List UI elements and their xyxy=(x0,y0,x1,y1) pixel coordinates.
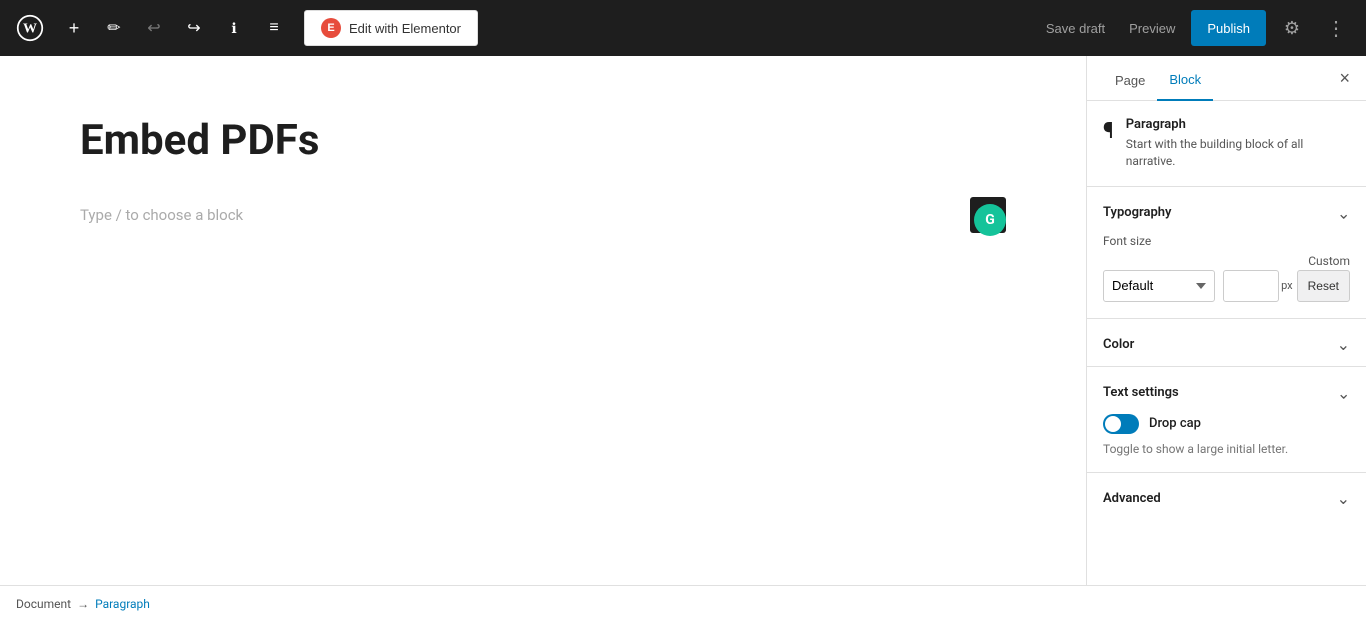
drop-cap-label: Drop cap xyxy=(1149,416,1201,431)
right-panel: Page Block × ¶ Paragraph Start with the … xyxy=(1086,56,1366,585)
advanced-chevron-icon: ⌄ xyxy=(1337,489,1350,508)
color-section: Color ⌄ xyxy=(1087,318,1366,366)
publish-button[interactable]: Publish xyxy=(1191,10,1266,46)
panel-tabs: Page Block × xyxy=(1087,56,1366,101)
paragraph-desc: Start with the building block of all nar… xyxy=(1126,136,1350,170)
reset-font-size-button[interactable]: Reset xyxy=(1297,270,1350,302)
toolbar-right-actions: Save draft Preview Publish ⚙ ⋮ xyxy=(1038,10,1354,46)
svg-text:W: W xyxy=(23,21,37,36)
advanced-header[interactable]: Advanced ⌄ xyxy=(1087,473,1366,520)
editor-area[interactable]: Embed PDFs G Type / to choose a block + xyxy=(0,56,1086,585)
text-settings-header[interactable]: Text settings ⌃ xyxy=(1087,367,1366,414)
elementor-btn-label: Edit with Elementor xyxy=(349,21,461,36)
page-title[interactable]: Embed PDFs xyxy=(80,116,1006,165)
font-size-controls: px Reset xyxy=(1223,270,1350,302)
drop-cap-toggle[interactable] xyxy=(1103,414,1139,434)
save-draft-button[interactable]: Save draft xyxy=(1038,21,1113,36)
font-size-select-container: Default Small Medium Large X-Large xyxy=(1103,270,1215,302)
px-label: px xyxy=(1281,279,1293,292)
typography-chevron-icon: ⌃ xyxy=(1337,203,1350,222)
list-view-button[interactable]: ≡ xyxy=(256,10,292,46)
font-size-select[interactable]: Default Small Medium Large X-Large xyxy=(1103,270,1215,302)
typography-label: Typography xyxy=(1103,205,1172,220)
drop-cap-row: Drop cap xyxy=(1087,414,1366,442)
breadcrumb-paragraph[interactable]: Paragraph xyxy=(95,597,150,611)
font-size-row: Default Small Medium Large X-Large Custo… xyxy=(1103,254,1350,302)
info-button[interactable]: ℹ xyxy=(216,10,252,46)
custom-font-size-input[interactable] xyxy=(1223,270,1279,302)
paragraph-info: Paragraph Start with the building block … xyxy=(1126,117,1350,170)
more-options-button[interactable]: ⋮ xyxy=(1318,10,1354,46)
breadcrumb-separator: → xyxy=(77,597,89,611)
text-settings-section: Text settings ⌃ Drop cap Toggle to show … xyxy=(1087,366,1366,472)
typography-header[interactable]: Typography ⌃ xyxy=(1087,187,1366,234)
tools-button[interactable]: ✏ xyxy=(96,10,132,46)
color-label: Color xyxy=(1103,337,1134,352)
preview-button[interactable]: Preview xyxy=(1121,21,1183,36)
text-settings-label: Text settings xyxy=(1103,385,1179,400)
main-layout: Embed PDFs G Type / to choose a block + … xyxy=(0,56,1366,585)
breadcrumb-document[interactable]: Document xyxy=(16,597,71,611)
font-size-custom-container: Custom px Reset xyxy=(1223,254,1350,302)
tab-block[interactable]: Block xyxy=(1157,56,1213,101)
elementor-icon: E xyxy=(321,18,341,38)
typography-section: Typography ⌃ Font size Default Small Med… xyxy=(1087,187,1366,318)
main-toolbar: W + ✏ ↩ ↪ ℹ ≡ E Edit with Elementor Save… xyxy=(0,0,1366,56)
redo-button[interactable]: ↪ xyxy=(176,10,212,46)
undo-button[interactable]: ↩ xyxy=(136,10,172,46)
grammarly-circle: G xyxy=(974,204,1006,236)
font-size-label: Font size xyxy=(1103,234,1350,248)
grammarly-icon: G xyxy=(974,204,1006,236)
placeholder-text: Type / to choose a block xyxy=(80,206,243,224)
block-placeholder[interactable]: Type / to choose a block + xyxy=(80,189,1006,241)
edit-with-elementor-button[interactable]: E Edit with Elementor xyxy=(304,10,478,46)
drop-cap-desc: Toggle to show a large initial letter. xyxy=(1087,442,1366,472)
close-panel-button[interactable]: × xyxy=(1339,56,1350,100)
color-header[interactable]: Color ⌄ xyxy=(1087,319,1366,366)
custom-label: Custom xyxy=(1308,254,1350,268)
status-bar: Document → Paragraph xyxy=(0,585,1366,621)
wp-logo-icon[interactable]: W xyxy=(12,10,48,46)
settings-button[interactable]: ⚙ xyxy=(1274,10,1310,46)
paragraph-title: Paragraph xyxy=(1126,117,1350,132)
advanced-section: Advanced ⌄ xyxy=(1087,472,1366,520)
advanced-label: Advanced xyxy=(1103,491,1161,506)
text-settings-chevron-icon: ⌃ xyxy=(1337,383,1350,402)
add-block-toolbar-button[interactable]: + xyxy=(56,10,92,46)
typography-content: Font size Default Small Medium Large X-L… xyxy=(1087,234,1366,318)
tab-page[interactable]: Page xyxy=(1103,56,1157,100)
color-chevron-icon: ⌄ xyxy=(1337,335,1350,354)
paragraph-icon: ¶ xyxy=(1103,119,1114,144)
paragraph-section: ¶ Paragraph Start with the building bloc… xyxy=(1087,101,1366,187)
